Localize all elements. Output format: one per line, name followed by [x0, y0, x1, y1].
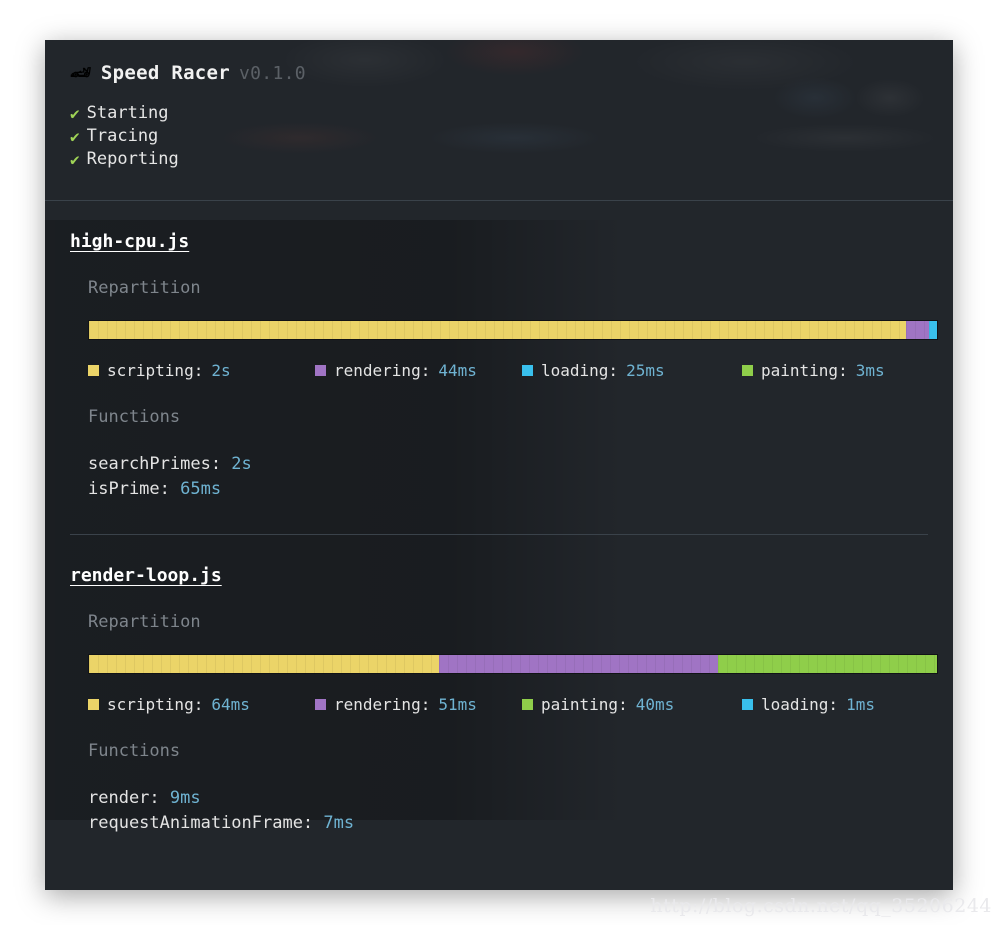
check-icon: ✔: [70, 150, 80, 169]
legend-item-loading: loading: 1ms: [742, 695, 875, 714]
function-name: searchPrimes:: [88, 454, 222, 474]
legend-label: scripting:: [107, 695, 204, 714]
report-file-name[interactable]: render-loop.js: [70, 565, 222, 586]
legend-value: 40ms: [635, 695, 675, 714]
check-icon: ✔: [70, 127, 80, 146]
legend-swatch-scripting: [88, 365, 99, 376]
startup-step: ✔ Starting: [70, 102, 928, 125]
legend-swatch-rendering: [315, 365, 326, 376]
legend-item-painting: painting: 3ms: [742, 361, 885, 380]
legend-label: rendering:: [334, 695, 431, 714]
functions-list: searchPrimes: 2s isPrime: 65ms: [88, 452, 928, 502]
legend-item-rendering: rendering: 44ms: [315, 361, 477, 380]
legend-value: 25ms: [626, 361, 665, 380]
report-file-name[interactable]: high-cpu.js: [70, 231, 189, 252]
app-title-row: 🏎 Speed Racer v0.1.0: [70, 62, 928, 84]
function-value: 9ms: [159, 788, 201, 808]
repartition-legend: scripting: 64ms rendering: 51ms painting: 40m…: [88, 695, 938, 717]
bar-segment-rendering: [906, 321, 929, 339]
function-row: isPrime: 65ms: [88, 477, 928, 502]
repartition-bar: [88, 654, 938, 674]
legend-value: 64ms: [211, 695, 250, 714]
function-name: requestAnimationFrame:: [88, 813, 314, 833]
legend-swatch-loading: [742, 699, 753, 710]
terminal-content: 🏎 Speed Racer v0.1.0 ✔ Starting ✔ Tracing ✔ R…: [45, 40, 953, 836]
repartition-heading: Repartition: [88, 612, 201, 632]
legend-label: painting:: [541, 695, 628, 714]
legend-value: 1ms: [846, 695, 875, 714]
legend-label: loading:: [761, 695, 839, 714]
legend-value: 44ms: [438, 361, 477, 380]
function-value: 7ms: [313, 813, 355, 833]
bar-segment-loading: [928, 321, 937, 339]
function-value: 65ms: [169, 479, 222, 499]
functions-heading: Functions: [88, 741, 181, 761]
startup-step-label: Starting: [86, 103, 169, 123]
bar-segment-scripting: [89, 321, 907, 339]
legend-value: 51ms: [438, 695, 477, 714]
legend-item-scripting: scripting: 64ms: [88, 695, 250, 714]
startup-step-label: Reporting: [86, 149, 179, 169]
racecar-icon: 🏎: [70, 62, 92, 83]
bar-segment-rendering: [439, 655, 719, 673]
app-version: v0.1.0: [239, 62, 306, 84]
terminal-window: 🏎 Speed Racer v0.1.0 ✔ Starting ✔ Tracing ✔ R…: [45, 40, 953, 890]
legend-swatch-painting: [522, 699, 533, 710]
report-section: high-cpu.js Repartition scripting: 2s render…: [45, 201, 953, 502]
repartition-bar: [88, 320, 938, 340]
legend-swatch-rendering: [315, 699, 326, 710]
legend-swatch-painting: [742, 365, 753, 376]
reports-container: high-cpu.js Repartition scripting: 2s render…: [45, 201, 953, 836]
function-row: render: 9ms: [88, 786, 928, 811]
function-name: isPrime:: [88, 479, 170, 499]
bar-segment-painting: [718, 655, 937, 673]
functions-list: render: 9ms requestAnimationFrame: 7ms: [88, 786, 928, 836]
check-icon: ✔: [70, 104, 80, 123]
legend-value: 2s: [211, 361, 231, 380]
legend-label: rendering:: [334, 361, 431, 380]
functions-heading: Functions: [88, 407, 181, 427]
startup-step: ✔ Tracing: [70, 125, 928, 148]
function-row: searchPrimes: 2s: [88, 452, 928, 477]
legend-item-rendering: rendering: 51ms: [315, 695, 477, 714]
startup-steps: ✔ Starting ✔ Tracing ✔ Reporting: [70, 102, 928, 171]
function-value: 2s: [221, 454, 252, 474]
legend-item-painting: painting: 40ms: [522, 695, 674, 714]
function-name: render:: [88, 788, 160, 808]
legend-item-scripting: scripting: 2s: [88, 361, 231, 380]
app-name: Speed Racer: [100, 62, 231, 84]
report-section: render-loop.js Repartition scripting: 64ms r…: [45, 535, 953, 836]
legend-label: painting:: [761, 361, 848, 380]
legend-value: 3ms: [855, 361, 885, 380]
watermark: http://blog.csdn.net/qq_35206244: [650, 895, 992, 917]
function-row: requestAnimationFrame: 7ms: [88, 811, 928, 836]
startup-step: ✔ Reporting: [70, 148, 928, 171]
app-header: 🏎 Speed Racer v0.1.0 ✔ Starting ✔ Tracing ✔ R…: [45, 40, 953, 171]
bar-segment-scripting: [89, 655, 440, 673]
legend-swatch-loading: [522, 365, 533, 376]
legend-label: scripting:: [107, 361, 204, 380]
repartition-legend: scripting: 2s rendering: 44ms loading: 25ms pa…: [88, 361, 938, 383]
legend-label: loading:: [541, 361, 619, 380]
repartition-heading: Repartition: [88, 278, 201, 298]
legend-swatch-scripting: [88, 699, 99, 710]
startup-step-label: Tracing: [86, 126, 159, 146]
legend-item-loading: loading: 25ms: [522, 361, 665, 380]
